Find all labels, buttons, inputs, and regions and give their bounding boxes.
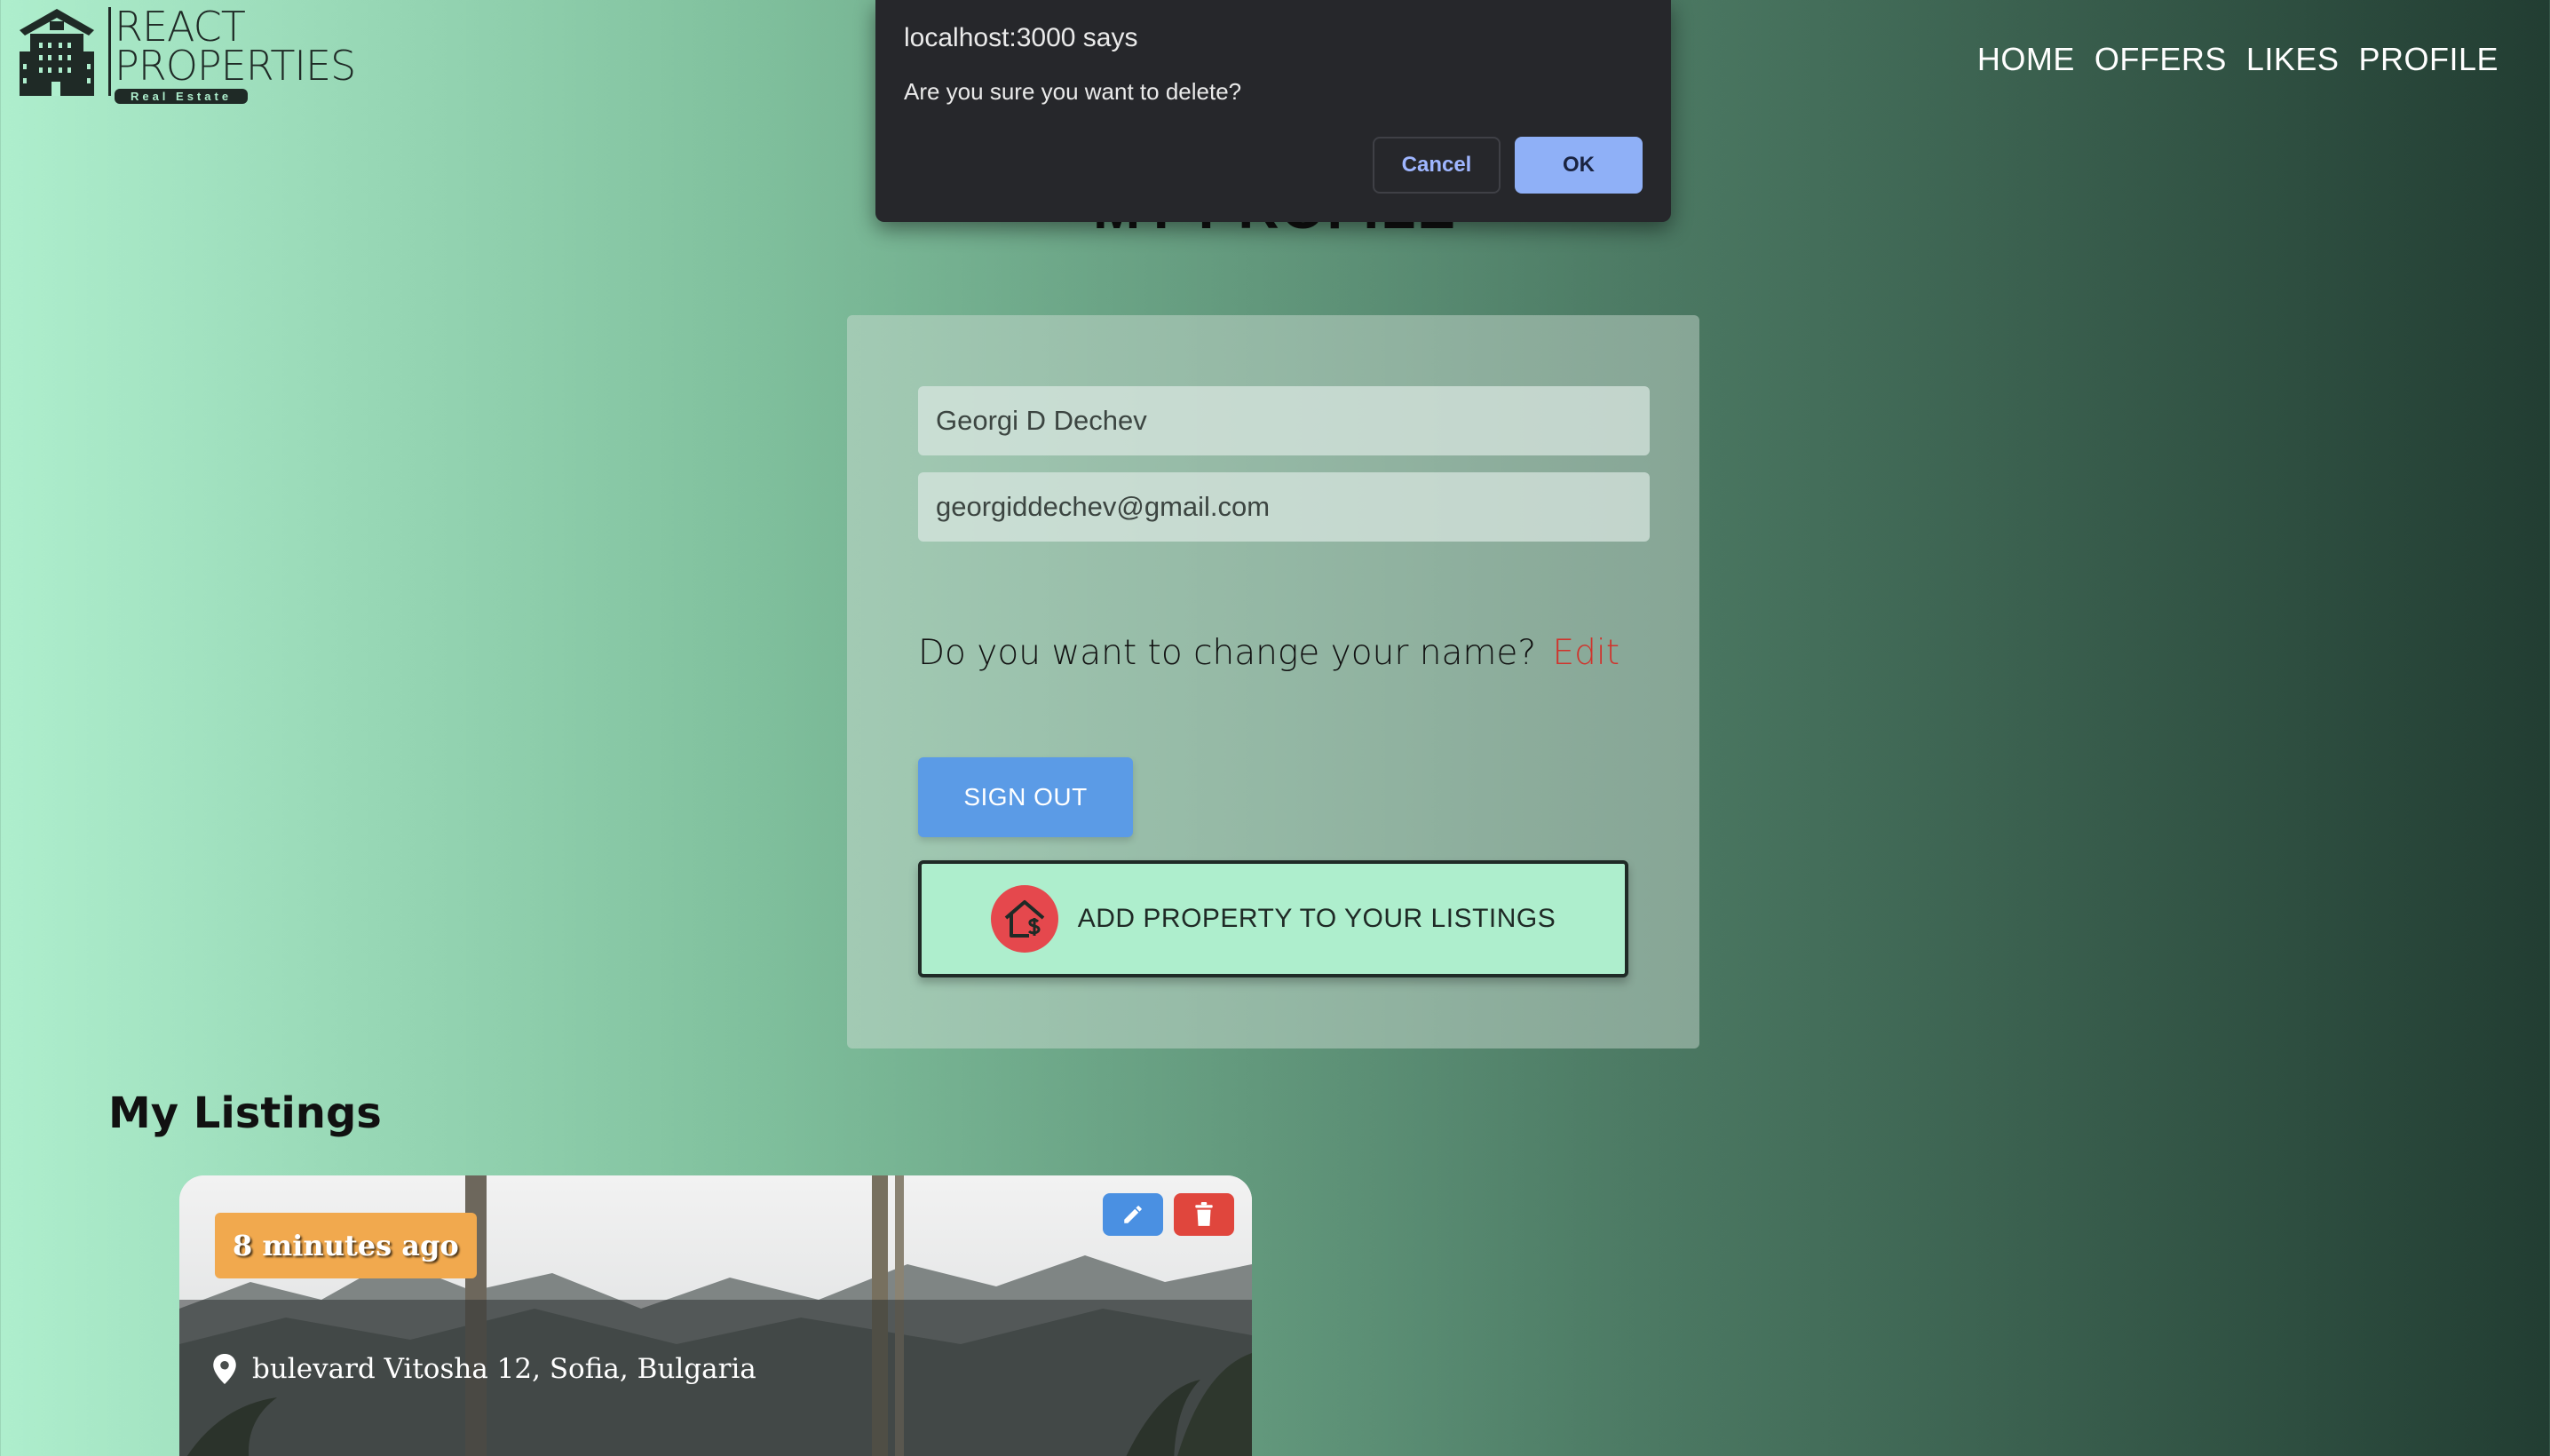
location-pin-icon	[213, 1354, 236, 1384]
logo-line-3: Real Estate	[115, 89, 248, 104]
card-actions	[1103, 1193, 1234, 1236]
add-property-label: ADD PROPERTY TO YOUR LISTINGS	[1077, 904, 1556, 933]
site-logo[interactable]: REACT PROPERTIES Real Estate	[12, 3, 356, 104]
logo-line-2: PROPERTIES	[115, 42, 356, 90]
main-nav: HOME OFFERS LIKES PROFILE	[1977, 41, 2499, 78]
change-name-prompt: Do you want to change your name?	[918, 633, 1537, 673]
listing-address: bulevard Vitosha 12, Sofia, Bulgaria	[252, 1353, 756, 1385]
dialog-ok-button[interactable]: OK	[1515, 137, 1643, 194]
nav-home[interactable]: HOME	[1977, 41, 2075, 78]
nav-offers[interactable]: OFFERS	[2095, 41, 2227, 78]
logo-divider	[108, 7, 111, 96]
dialog-message: Are you sure you want to delete?	[904, 78, 1242, 105]
nav-profile[interactable]: PROFILE	[2358, 41, 2499, 78]
profile-card: Georgi D Dechev georgiddechev@gmail.com …	[847, 315, 1699, 1048]
time-ago-badge: 8 minutes ago	[215, 1213, 477, 1278]
delete-listing-button[interactable]	[1174, 1193, 1234, 1236]
logo-line-1: REACT	[115, 3, 246, 51]
name-field[interactable]: Georgi D Dechev	[918, 386, 1650, 455]
sign-out-button[interactable]: SIGN OUT	[918, 757, 1133, 837]
building-icon	[20, 9, 94, 96]
logo-text: REACT PROPERTIES Real Estate	[115, 3, 356, 104]
listings-title: My Listings	[108, 1088, 382, 1138]
nav-likes[interactable]: LIKES	[2246, 41, 2340, 78]
add-property-button[interactable]: ADD PROPERTY TO YOUR LISTINGS	[918, 860, 1628, 977]
dialog-title: localhost:3000 says	[904, 23, 1138, 52]
change-name-row: Do you want to change your name? Edit	[918, 633, 1619, 673]
house-dollar-icon	[990, 885, 1058, 953]
trash-icon	[1195, 1202, 1213, 1226]
listing-address-row: bulevard Vitosha 12, Sofia, Bulgaria	[213, 1353, 756, 1385]
email-field[interactable]: georgiddechev@gmail.com	[918, 472, 1650, 542]
confirm-dialog: localhost:3000 says Are you sure you wan…	[875, 0, 1671, 222]
edit-listing-button[interactable]	[1103, 1193, 1163, 1236]
dialog-cancel-button[interactable]: Cancel	[1373, 137, 1501, 194]
pencil-icon	[1124, 1206, 1142, 1223]
listing-card[interactable]: 8 minutes ago bulevard Vitosha 12, Sofia…	[179, 1175, 1252, 1456]
edit-name-link[interactable]: Edit	[1552, 633, 1619, 673]
